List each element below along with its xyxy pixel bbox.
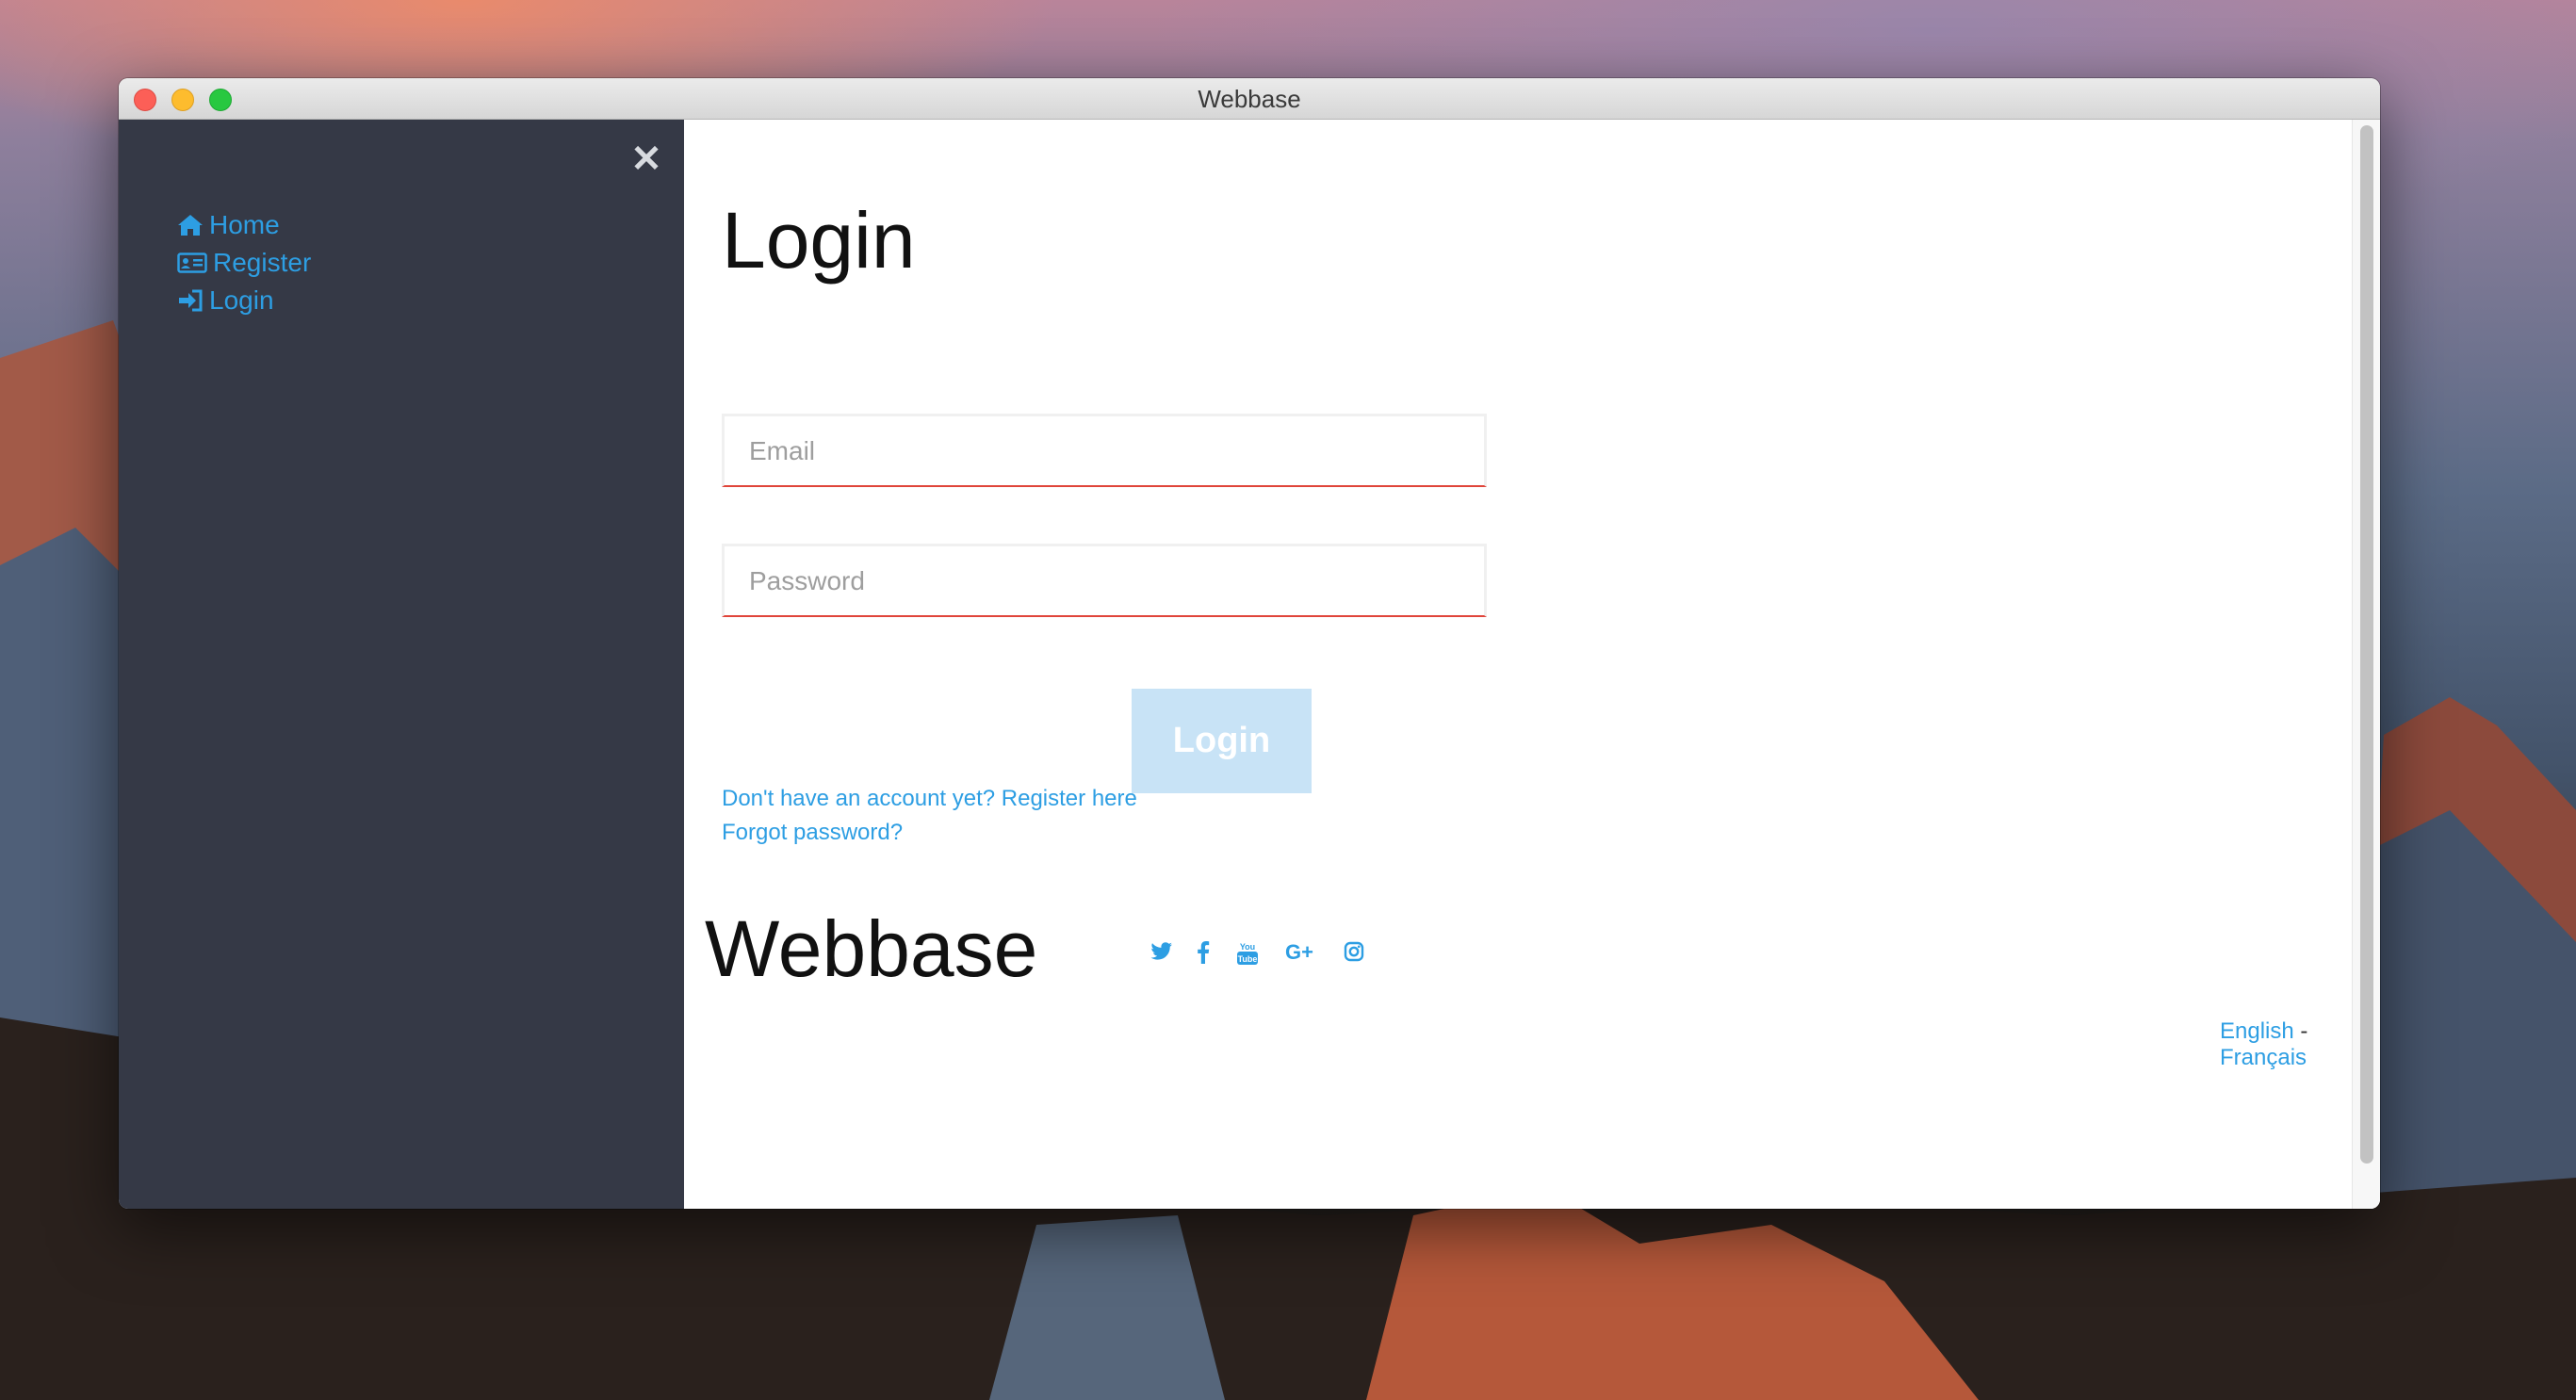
app-window: Webbase ✕ Home Register Login Login Emai…: [119, 78, 2380, 1209]
login-button[interactable]: Login: [1132, 689, 1312, 793]
svg-text:Tube: Tube: [1238, 954, 1258, 964]
language-french-link[interactable]: Français: [2220, 1045, 2307, 1070]
google-plus-icon[interactable]: G+: [1285, 941, 1317, 964]
sidebar-item-home[interactable]: Home: [177, 206, 311, 244]
scrollbar-thumb[interactable]: [2360, 125, 2373, 1164]
footer-brand: Webbase: [705, 904, 1038, 993]
youtube-icon[interactable]: You Tube: [1236, 941, 1259, 966]
password-field[interactable]: [722, 544, 1487, 617]
sidebar-item-register[interactable]: Register: [177, 244, 311, 282]
facebook-icon[interactable]: [1197, 941, 1210, 964]
title-bar: Webbase: [119, 78, 2380, 120]
id-card-icon: [177, 252, 207, 273]
sidebar-item-login[interactable]: Login: [177, 282, 311, 319]
email-field[interactable]: [722, 414, 1487, 487]
sidebar-item-label: Login: [209, 285, 274, 315]
sidebar-item-label: Register: [213, 248, 312, 277]
main-content: Login Login Don't have an account yet? R…: [684, 120, 2380, 1209]
language-separator: -: [2300, 1018, 2308, 1044]
register-link[interactable]: Don't have an account yet? Register here: [722, 786, 1137, 812]
sidebar-nav: Home Register Login: [177, 206, 311, 319]
svg-text:G+: G+: [1285, 941, 1313, 964]
sidebar-item-label: Home: [209, 210, 280, 239]
home-icon: [178, 215, 203, 236]
forgot-password-link[interactable]: Forgot password?: [722, 820, 903, 846]
sidebar: ✕ Home Register Login: [119, 120, 684, 1209]
close-icon[interactable]: ✕: [628, 140, 665, 178]
svg-text:You: You: [1240, 942, 1255, 952]
page-title: Login: [722, 196, 916, 285]
window-title: Webbase: [1198, 85, 1301, 113]
instagram-icon[interactable]: [1344, 941, 1364, 962]
twitter-icon[interactable]: [1150, 941, 1173, 962]
vertical-scrollbar[interactable]: [2352, 120, 2380, 1209]
language-english-link[interactable]: English: [2220, 1018, 2294, 1044]
sign-in-icon: [179, 289, 203, 312]
